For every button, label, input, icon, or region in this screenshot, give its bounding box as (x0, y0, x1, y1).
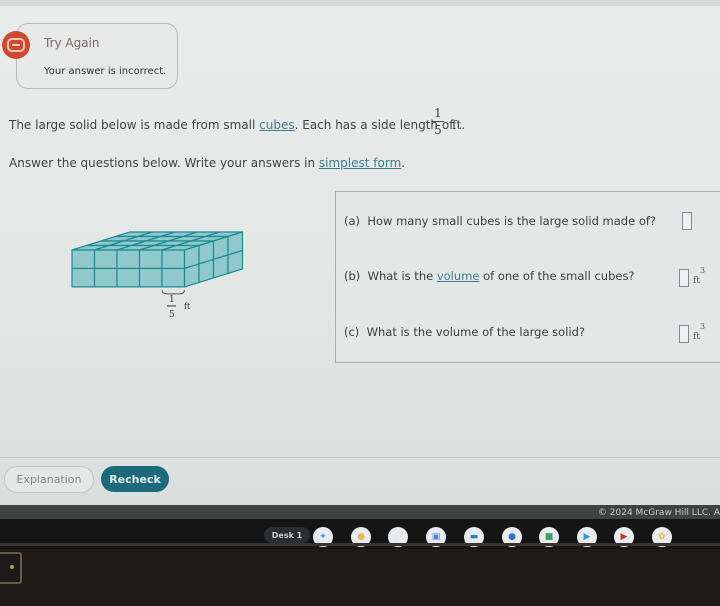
question-b-text-after: of one of the small cubes? (479, 269, 635, 283)
side-length-brace (161, 289, 185, 295)
problem-statement: The large solid below is made from small… (9, 118, 453, 132)
fraction-bar (432, 121, 444, 122)
cube-side-face (183, 263, 200, 288)
question-b: (b) What is the volume of one of the sma… (344, 269, 635, 283)
chat-bubble-icon (2, 31, 30, 59)
feedback-alert (16, 23, 178, 89)
cube-front-face (161, 267, 186, 288)
explanation-button[interactable]: Explanation (4, 466, 94, 493)
copyright: © 2024 McGraw Hill LLC. A (597, 508, 720, 518)
answer-c-input[interactable] (679, 325, 689, 343)
alert-message: Your answer is incorrect. (44, 66, 167, 77)
divider (0, 457, 720, 458)
volume-link[interactable]: volume (437, 269, 480, 283)
question-b-text: What is the (367, 269, 437, 283)
question-a-label: (a) (344, 214, 361, 228)
fraction-numerator: 1 (434, 106, 442, 120)
instruction-period: . (401, 156, 406, 170)
instruction-text: Answer the questions below. Write your a… (9, 156, 319, 170)
alert-title: Try Again (44, 36, 100, 50)
screen-bezel-edge (0, 543, 720, 546)
cube-side-face (212, 254, 229, 279)
question-c-text: What is the volume of the large solid? (366, 325, 585, 339)
cube-front-face (93, 249, 118, 270)
answer-b-unit: ft3 (693, 266, 706, 286)
answer-a-input[interactable] (682, 212, 692, 230)
side-length-fraction: 1 5 (432, 106, 444, 137)
answer-b-input[interactable] (679, 269, 689, 287)
cube-side-face (198, 258, 215, 284)
question-c-label: (c) (344, 325, 360, 339)
cube-front-face (116, 267, 141, 288)
cube-front-face (138, 267, 163, 288)
answer-c-unit: ft3 (693, 322, 706, 342)
fraction-denominator: 5 (434, 123, 442, 137)
desk-button[interactable]: Desk 1 (264, 527, 310, 543)
question-a-text: How many small cubes is the large solid … (367, 214, 657, 228)
cube-side-face (227, 249, 244, 275)
rectangular-solid-figure: 1 5 ft (71, 231, 244, 320)
question-a: (a) How many small cubes is the large so… (344, 214, 656, 228)
side-length-unit: ft. (452, 118, 466, 132)
recheck-button[interactable]: Recheck (101, 466, 169, 492)
instructions: Answer the questions below. Write your a… (9, 156, 405, 170)
intro-text-after: . Each has a side length of (294, 118, 454, 132)
questions-panel: (a) How many small cubes is the large so… (335, 191, 720, 363)
cube-front-face (93, 267, 118, 288)
cube-front-face (138, 249, 163, 270)
page: Try Again Your answer is incorrect. The … (0, 0, 720, 505)
figure-label-unit: ft (184, 302, 191, 311)
question-b-label: (b) (344, 269, 361, 283)
cube-front-face (161, 249, 186, 270)
figure-label-numerator: 1 (169, 295, 175, 305)
cube-front-face (71, 249, 96, 270)
simplest-form-link[interactable]: simplest form (319, 156, 401, 170)
figure-label-denominator: 5 (169, 310, 175, 320)
cubes-link[interactable]: cubes (259, 118, 294, 132)
cube-front-face (116, 249, 141, 270)
top-strip (0, 0, 720, 6)
question-c: (c) What is the volume of the large soli… (344, 325, 585, 339)
intro-text: The large solid below is made from small (9, 118, 260, 132)
webcam-icon (0, 552, 22, 584)
laptop-bezel (0, 549, 720, 606)
cube-front-face (71, 267, 96, 288)
